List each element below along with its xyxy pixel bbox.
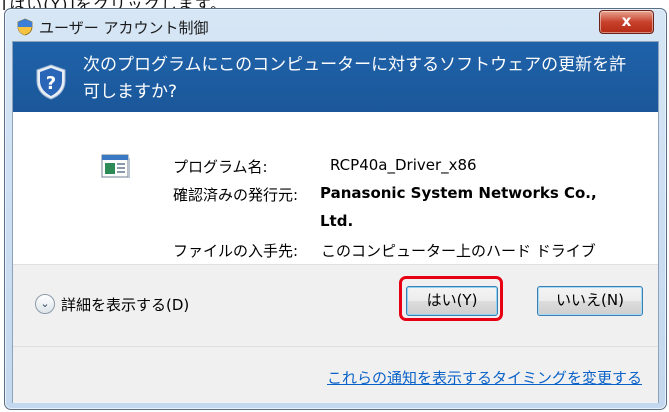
title-bar[interactable]: ユーザー アカウント制御 x xyxy=(5,9,666,43)
uac-shield-icon xyxy=(17,18,33,36)
show-details-link[interactable]: 詳細を表示する(D) xyxy=(61,294,189,315)
file-origin-value: このコンピューター上のハード ドライブ xyxy=(321,242,596,260)
program-window-icon xyxy=(101,154,130,178)
prompt-header: ? 次のプログラムにこのコンピューターに対するソフトウェアの更新を許可しますか? xyxy=(13,42,658,112)
file-origin-label: ファイルの入手先: xyxy=(173,242,299,260)
no-button[interactable]: いいえ(N) xyxy=(537,286,643,316)
uac-dialog: ユーザー アカウント制御 x ? 次のプログラムにこのコンピューターに対するソフ… xyxy=(4,8,667,410)
program-details: プログラム名: RCP40a_Driver_x86 確認済みの発行元: Pana… xyxy=(13,112,658,264)
publisher-label: 確認済みの発行元: xyxy=(173,186,299,204)
notification-bar: これらの通知を表示するタイミングを変更する xyxy=(13,346,658,403)
program-name-label: プログラム名: xyxy=(173,158,268,176)
chevron-down-icon[interactable]: ⌄ xyxy=(35,294,55,314)
program-name-value: RCP40a_Driver_x86 xyxy=(330,156,477,174)
close-button[interactable]: x xyxy=(599,10,654,34)
dialog-body: ? 次のプログラムにこのコンピューターに対するソフトウェアの更新を許可しますか?… xyxy=(12,41,659,403)
publisher-value-line1: Panasonic System Networks Co., xyxy=(320,184,597,202)
yes-button-highlight xyxy=(399,276,503,321)
svg-text:?: ? xyxy=(46,73,56,94)
prompt-message: 次のプログラムにこのコンピューターに対するソフトウェアの更新を許可しますか? xyxy=(83,55,627,102)
window-title: ユーザー アカウント制御 xyxy=(39,19,209,37)
notification-settings-link[interactable]: これらの通知を表示するタイミングを変更する xyxy=(327,367,642,388)
publisher-value-line2: Ltd. xyxy=(320,212,354,230)
action-bar: ⌄ 詳細を表示する(D) はい(Y) いいえ(N) xyxy=(13,264,658,347)
question-shield-icon: ? xyxy=(36,64,66,100)
